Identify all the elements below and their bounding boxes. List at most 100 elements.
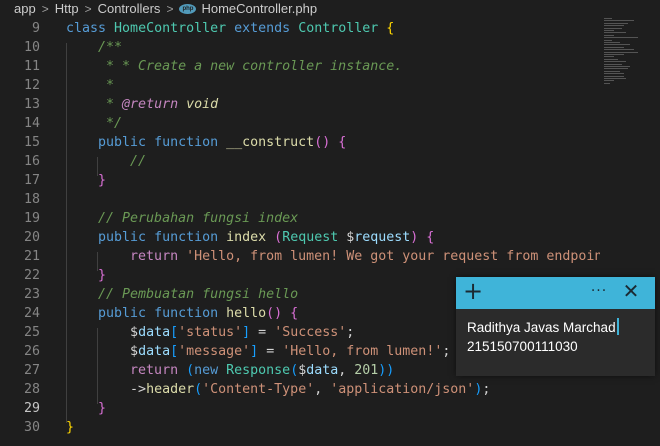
code-token: (	[290, 363, 299, 378]
breadcrumb: app > Http > Controllers > php HomeContr…	[0, 0, 600, 17]
note-line-name: Radithya Javas Marchad	[467, 320, 616, 335]
minimap-line	[604, 39, 612, 41]
breadcrumb-app[interactable]: app	[14, 1, 36, 16]
code-line[interactable]: 16 //	[0, 152, 600, 171]
line-number: 22	[23, 268, 40, 283]
code-token: 'message'	[178, 344, 251, 359]
more-icon[interactable]: ···	[589, 280, 609, 304]
code-text: class HomeController extends Controller …	[66, 19, 394, 38]
code-text: ->header('Content-Type', 'application/js…	[66, 380, 490, 399]
code-token: *	[66, 78, 115, 93]
breadcrumb-file[interactable]: HomeController.php	[201, 1, 317, 16]
code-text: //	[66, 152, 146, 171]
line-number: 18	[23, 192, 40, 207]
code-token: data	[138, 344, 171, 359]
breadcrumb-controllers[interactable]: Controllers	[98, 1, 161, 16]
line-number: 25	[23, 325, 40, 340]
code-line[interactable]: 17 }	[0, 171, 600, 190]
code-token: ;	[482, 382, 491, 397]
code-token: data	[138, 325, 171, 340]
code-token: ,	[314, 382, 331, 397]
code-line[interactable]: 13 * @return void	[0, 95, 600, 114]
minimap-line	[604, 56, 614, 58]
line-number: 29	[23, 401, 40, 416]
code-token: return	[66, 249, 187, 264]
code-token: ]	[250, 344, 259, 359]
minimap-line	[604, 30, 614, 31]
code-editor[interactable]: 9 class HomeController extends Controller…	[0, 19, 618, 446]
code-text: }	[66, 266, 106, 285]
code-text: $data['message'] = 'Hello, from lumen!';	[66, 342, 450, 361]
line-number: 24	[23, 306, 40, 321]
code-line[interactable]: 14 */	[0, 114, 600, 133]
code-line[interactable]: 18	[0, 190, 600, 209]
minimap-line	[604, 51, 638, 53]
code-token: ) {	[410, 230, 435, 245]
minimap-line	[604, 68, 628, 70]
code-line[interactable]: 20 public function index (Request $reque…	[0, 228, 600, 247]
php-file-icon: php	[179, 3, 197, 14]
code-token: class	[66, 21, 115, 36]
code-token: (	[186, 363, 195, 378]
code-token: 201	[354, 363, 379, 378]
minimap-line	[604, 61, 626, 63]
code-token: // Pembuatan fungsi hello	[66, 287, 299, 302]
text-caret	[616, 318, 619, 335]
code-text: */	[66, 114, 122, 133]
line-number: 19	[23, 211, 40, 226]
code-token: }	[66, 268, 107, 283]
code-token: ]	[242, 325, 251, 340]
code-token: Request	[282, 230, 347, 245]
breadcrumb-http[interactable]: Http	[55, 1, 79, 16]
code-token: // Perubahan fungsi index	[66, 211, 299, 226]
code-token: HomeController	[114, 21, 235, 36]
minimap-line	[604, 25, 624, 27]
sticky-note[interactable]: + ··· ✕ Radithya Javas Marchad 215150700…	[456, 277, 655, 376]
code-token: public	[66, 230, 155, 245]
code-line[interactable]: 11 * * Create a new controller instance.	[0, 57, 600, 76]
sticky-note-header: + ··· ✕	[456, 277, 655, 309]
code-token: [	[170, 344, 179, 359]
code-line[interactable]: 12 *	[0, 76, 600, 95]
minimap-line	[604, 80, 614, 82]
code-token: }	[66, 401, 107, 416]
code-token: *	[66, 97, 123, 112]
code-line[interactable]: 15 public function __construct() {	[0, 133, 600, 152]
minimap-line	[604, 46, 624, 48]
code-text: }	[66, 418, 74, 437]
sticky-note-body[interactable]: Radithya Javas Marchad 215150700111030	[467, 318, 647, 356]
minimap-line	[604, 42, 620, 43]
code-text: public function __construct() {	[66, 133, 346, 152]
code-token: (	[274, 230, 283, 245]
code-token: {	[386, 21, 395, 36]
code-text: // Pembuatan fungsi hello	[66, 285, 298, 304]
code-line[interactable]: 9 class HomeController extends Controller…	[0, 19, 600, 38]
code-token: ()	[314, 135, 339, 150]
line-number: 11	[23, 59, 40, 74]
minimap-line	[604, 63, 622, 65]
line-number: 12	[23, 78, 40, 93]
line-number: 10	[23, 40, 40, 55]
code-line[interactable]: 21 return 'Hello, from lumen! We got you…	[0, 247, 618, 266]
code-token: ->	[66, 382, 147, 397]
line-number: 20	[23, 230, 40, 245]
minimap[interactable]	[600, 0, 660, 446]
code-line[interactable]: 28 ->header('Content-Type', 'application…	[0, 380, 600, 399]
code-text: * * Create a new controller instance.	[66, 57, 402, 76]
plus-icon[interactable]: +	[462, 279, 484, 304]
code-line[interactable]: 30}	[0, 418, 600, 437]
line-number: 17	[23, 173, 40, 188]
code-token: public	[66, 135, 155, 150]
minimap-line	[604, 49, 634, 51]
code-token: Controller	[298, 21, 387, 36]
code-token: function	[154, 230, 227, 245]
code-line[interactable]: 19 // Perubahan fungsi index	[0, 209, 600, 228]
minimap-line	[604, 78, 626, 79]
close-icon[interactable]: ✕	[620, 280, 642, 304]
code-line[interactable]: 10 /**	[0, 38, 600, 57]
code-token: [	[170, 325, 179, 340]
code-text: /**	[66, 38, 122, 57]
code-token: new	[194, 363, 227, 378]
code-token: function	[154, 306, 227, 321]
code-line[interactable]: 29 }	[0, 399, 600, 418]
